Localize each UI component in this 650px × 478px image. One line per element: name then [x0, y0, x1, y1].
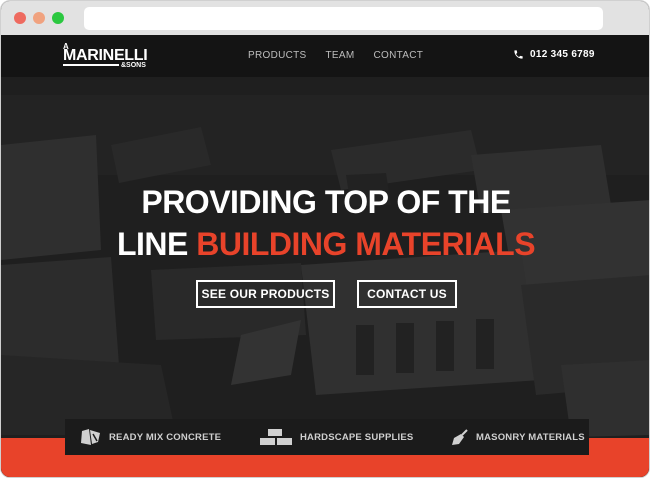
- logo-suffix: &SONS: [121, 62, 146, 69]
- browser-window: A MARINELLI &SONS PRODUCTS TEAM CONTACT …: [0, 0, 650, 478]
- see-products-button[interactable]: SEE OUR PRODUCTS: [196, 280, 335, 308]
- feature-ready-mix-concrete[interactable]: READY MIX CONCRETE: [80, 419, 221, 455]
- concrete-icon: [81, 429, 100, 445]
- bricks-icon: [260, 429, 292, 445]
- headline-line-2-prefix: LINE: [116, 226, 197, 262]
- brand-logo[interactable]: A MARINELLI &SONS: [63, 41, 149, 71]
- feature-label: READY MIX CONCRETE: [109, 431, 222, 443]
- nav-products-link[interactable]: PRODUCTS: [248, 50, 307, 61]
- phone-contact[interactable]: 012 345 6789: [513, 49, 595, 60]
- logo-underline: [63, 64, 119, 66]
- headline-line-1: PROVIDING TOP OF THE: [141, 184, 511, 220]
- nav-contact-link[interactable]: CONTACT: [374, 50, 424, 61]
- hero-headline: PROVIDING TOP OF THE LINE BUILDING MATER…: [1, 181, 649, 265]
- maximize-window-button[interactable]: [52, 12, 64, 24]
- phone-icon: [514, 50, 523, 59]
- feature-hardscape-supplies[interactable]: HARDSCAPE SUPPLIES: [259, 419, 413, 455]
- phone-number: 012 345 6789: [530, 49, 595, 60]
- website: A MARINELLI &SONS PRODUCTS TEAM CONTACT …: [1, 35, 649, 477]
- contact-us-button[interactable]: CONTACT US: [357, 280, 457, 308]
- browser-chrome: [1, 1, 649, 35]
- close-window-button[interactable]: [14, 12, 26, 24]
- feature-masonry-materials[interactable]: MASONRY MATERIALS: [451, 419, 585, 455]
- minimize-window-button[interactable]: [33, 12, 45, 24]
- main-nav: PRODUCTS TEAM CONTACT: [248, 50, 423, 61]
- nav-team-link[interactable]: TEAM: [326, 50, 355, 61]
- address-bar[interactable]: [84, 7, 603, 30]
- feature-bar: READY MIX CONCRETE HARDSCAPE SUPPLIES MA…: [65, 419, 589, 455]
- feature-label: HARDSCAPE SUPPLIES: [300, 431, 414, 443]
- trowel-icon: [452, 429, 468, 445]
- headline-line-2-accent: BUILDING MATERIALS: [196, 226, 536, 262]
- feature-label: MASONRY MATERIALS: [476, 431, 585, 443]
- hero-cta-row: SEE OUR PRODUCTS CONTACT US: [196, 280, 457, 308]
- top-navbar: A MARINELLI &SONS PRODUCTS TEAM CONTACT …: [1, 35, 649, 77]
